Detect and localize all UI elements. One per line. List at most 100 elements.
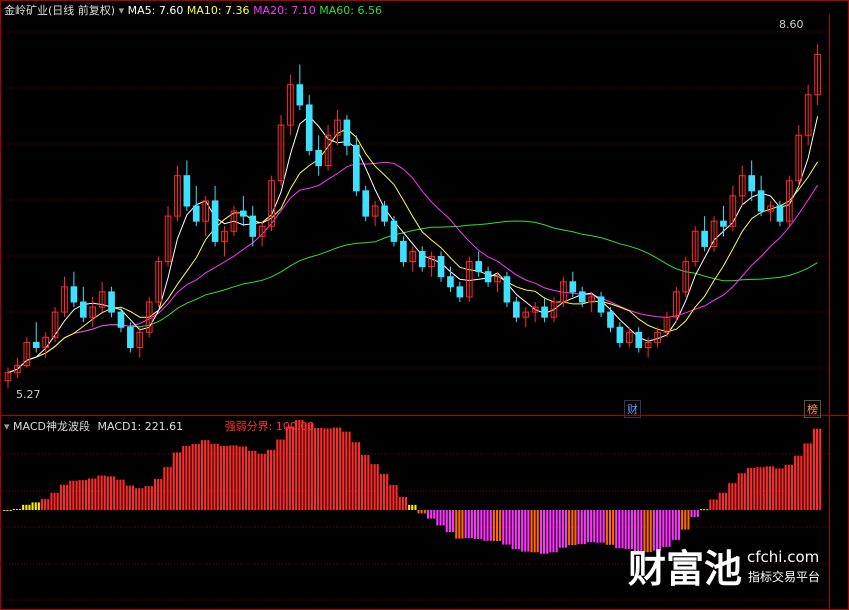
- macd-bar: [511, 510, 514, 550]
- candle: [108, 286, 115, 318]
- macd-bar: [326, 428, 329, 510]
- macd-bar: [715, 499, 718, 510]
- macd-bar: [144, 486, 147, 510]
- macd-bar: [687, 510, 690, 530]
- macd-bar: [383, 474, 386, 510]
- macd-bar: [37, 502, 40, 510]
- macd-bar: [188, 446, 191, 510]
- low-price-label: 5.27: [16, 388, 41, 401]
- macd-bar: [586, 510, 589, 543]
- candle: [437, 251, 445, 282]
- macd-bar: [784, 464, 787, 510]
- macd-bar: [138, 488, 141, 510]
- macd-bar: [19, 509, 22, 510]
- candle-body: [484, 271, 492, 283]
- macd-bar: [288, 426, 291, 510]
- macd-bar: [329, 428, 332, 510]
- candle: [230, 206, 238, 237]
- macd-bar: [800, 455, 803, 510]
- macd-bar: [100, 475, 103, 510]
- macd-bar: [452, 510, 455, 533]
- macd-bar: [226, 445, 229, 510]
- macd-bar: [514, 510, 517, 550]
- macd-bar: [426, 510, 429, 519]
- cai-tag[interactable]: 财: [624, 400, 641, 418]
- high-price-label: 8.60: [779, 18, 804, 31]
- macd-bar: [119, 479, 122, 510]
- macd-bar: [495, 510, 498, 542]
- candle: [211, 185, 219, 247]
- macd-bar: [725, 492, 728, 510]
- macd-bar: [103, 475, 106, 510]
- candle: [748, 160, 756, 201]
- macd-bar: [88, 478, 91, 510]
- dropdown-icon[interactable]: ▾: [4, 420, 10, 433]
- candle: [192, 185, 200, 227]
- candle: [757, 175, 765, 217]
- candle: [513, 296, 520, 323]
- macd-bar: [201, 440, 204, 510]
- macd-bar: [197, 443, 200, 510]
- macd-bar: [307, 422, 310, 510]
- macd-bar: [69, 480, 72, 510]
- macd-bar: [470, 510, 473, 539]
- macd-bar: [696, 510, 699, 517]
- candle: [79, 286, 87, 323]
- macd-bar: [706, 509, 709, 511]
- macd-bar: [182, 446, 185, 510]
- bang-tag[interactable]: 榜: [804, 400, 821, 418]
- main-header: 金岭矿业(日线 前复权) ▾ MA5: 7.60 MA10: 7.36 MA20…: [4, 2, 382, 18]
- macd-bar: [596, 510, 599, 543]
- candle-body: [578, 291, 586, 303]
- candle: [32, 322, 40, 353]
- macd-bar: [379, 474, 382, 510]
- candle: [400, 236, 407, 267]
- candle: [663, 312, 671, 338]
- macd-bar: [430, 510, 433, 519]
- macd-bar: [546, 510, 549, 554]
- macd-bar: [260, 453, 263, 510]
- candle-body: [183, 175, 191, 207]
- watermark-brand: 财富池: [628, 547, 743, 591]
- macd-bar: [110, 476, 113, 510]
- macd-bar: [580, 510, 583, 545]
- macd-bar: [699, 509, 702, 511]
- candle: [541, 296, 548, 323]
- macd-bar: [433, 510, 436, 519]
- candle-body: [32, 341, 40, 348]
- candle-body: [456, 286, 464, 298]
- macd-bar: [216, 443, 219, 510]
- macd-bar: [565, 510, 568, 548]
- candle: [795, 125, 803, 186]
- candle: [183, 160, 191, 212]
- macd-bar: [276, 439, 279, 510]
- macd-bar: [819, 428, 822, 510]
- macd-bar: [251, 450, 254, 510]
- macd-bar: [244, 446, 247, 510]
- macd-bar: [574, 510, 577, 546]
- candle: [240, 195, 247, 227]
- macd-header: ▾ MACD神龙波段 MACD1: 221.61 强弱分界: 100.00: [4, 418, 314, 434]
- candle-body: [541, 306, 548, 318]
- macd-bar: [320, 427, 323, 510]
- macd-bar: [420, 510, 423, 514]
- macd-bar: [34, 502, 37, 510]
- candle-body: [390, 220, 398, 242]
- candle: [804, 84, 812, 146]
- macd-bar: [263, 453, 266, 510]
- macd-bar: [361, 455, 364, 510]
- macd-bar: [411, 504, 414, 510]
- dropdown-icon[interactable]: ▾: [119, 4, 125, 17]
- macd-bar: [593, 510, 596, 543]
- macd-bar: [285, 426, 288, 510]
- macd-bar: [97, 475, 100, 510]
- macd-bar: [693, 510, 696, 517]
- macd-bar: [492, 510, 495, 542]
- macd-bar: [185, 446, 188, 510]
- candle: [324, 125, 332, 171]
- macd-bar: [313, 427, 316, 510]
- threshold-label: 强弱分界: 100.00: [224, 420, 315, 433]
- candle: [343, 115, 351, 156]
- candle: [258, 221, 266, 247]
- macd-bar: [521, 510, 524, 552]
